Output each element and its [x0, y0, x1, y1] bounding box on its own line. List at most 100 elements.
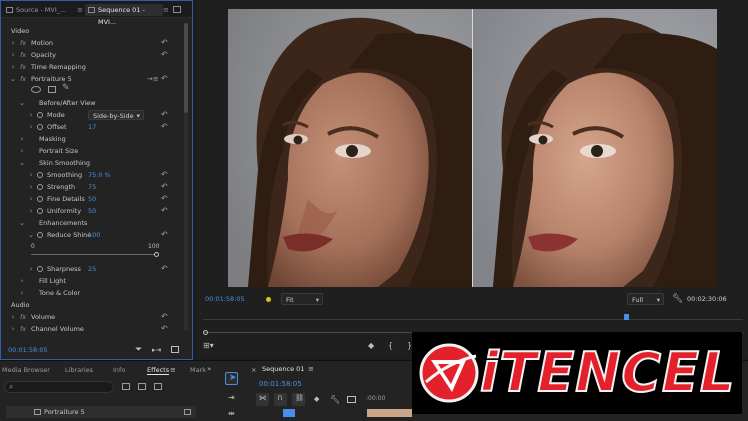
- group-portrait-size[interactable]: › Portrait Size: [1, 145, 181, 157]
- add-marker-icon[interactable]: ◆: [314, 395, 319, 403]
- tab-effects[interactable]: Effects: [147, 366, 170, 375]
- chevron-right-icon[interactable]: ›: [19, 145, 25, 157]
- program-timecode[interactable]: 00:01:58:05: [205, 292, 245, 306]
- reduce-shine-slider[interactable]: [31, 254, 157, 255]
- selection-tool[interactable]: ➤: [225, 372, 238, 385]
- reset-icon[interactable]: ↶: [161, 311, 170, 323]
- effect-time-remapping[interactable]: › fx Time Remapping: [1, 61, 181, 73]
- chevron-right-icon[interactable]: ›: [10, 61, 16, 73]
- slider-handle[interactable]: [154, 252, 159, 257]
- chevron-down-icon[interactable]: ⌄: [19, 157, 25, 169]
- stopwatch-icon[interactable]: [37, 172, 43, 178]
- 32bit-effects-icon[interactable]: [138, 383, 146, 390]
- insert-icon[interactable]: ⊞▾: [203, 341, 214, 353]
- chevron-right-icon[interactable]: ›: [10, 311, 16, 323]
- fx-icon[interactable]: fx: [20, 73, 26, 85]
- panel-menu-icon[interactable]: ≡: [77, 6, 83, 14]
- chevron-right-icon[interactable]: ›: [19, 133, 25, 145]
- reset-icon[interactable]: ↶: [161, 109, 170, 121]
- reset-icon[interactable]: ↶: [161, 169, 170, 181]
- reset-icon[interactable]: ↶: [161, 49, 170, 61]
- mode-dropdown[interactable]: Side-by-Side: [88, 110, 144, 121]
- fx-icon[interactable]: fx: [20, 49, 26, 61]
- wrench-icon[interactable]: 🔧︎: [672, 294, 683, 304]
- chevron-right-icon[interactable]: ›: [10, 37, 16, 49]
- reset-icon[interactable]: ↶: [161, 73, 170, 85]
- effect-volume[interactable]: › fx Volume ↶: [1, 311, 181, 323]
- chevron-down-icon[interactable]: ⌄: [19, 97, 25, 109]
- ripple-edit-icon[interactable]: ⇹: [228, 409, 235, 418]
- fx-icon[interactable]: fx: [20, 311, 26, 323]
- reset-icon[interactable]: ↶: [161, 205, 170, 217]
- stopwatch-icon[interactable]: [37, 112, 43, 118]
- fx-icon[interactable]: fx: [20, 37, 26, 49]
- timeline-clip[interactable]: [367, 409, 412, 417]
- tab-info[interactable]: Info: [113, 366, 125, 374]
- ec-timecode[interactable]: 00:01:58:05: [8, 346, 48, 354]
- tab-source[interactable]: Source - MVI_...: [3, 4, 77, 16]
- linked-selection-toggle[interactable]: ⛓︎: [292, 393, 305, 406]
- ellipse-mask-icon[interactable]: [31, 86, 41, 93]
- rectangle-mask-icon[interactable]: [48, 86, 56, 93]
- stopwatch-icon[interactable]: [37, 196, 43, 202]
- offset-value[interactable]: 17: [88, 121, 96, 133]
- effect-opacity[interactable]: › fx Opacity ↶: [1, 49, 181, 61]
- close-icon[interactable]: ×: [251, 366, 256, 374]
- chevron-down-icon[interactable]: ⌄: [28, 229, 34, 241]
- stopwatch-icon[interactable]: [37, 232, 43, 238]
- resolution-dropdown[interactable]: Full: [627, 293, 664, 306]
- ec-scrollbar[interactable]: [184, 23, 188, 331]
- fine-details-value[interactable]: 50: [88, 193, 96, 205]
- monitor-ruler[interactable]: [203, 314, 743, 324]
- group-enhancements[interactable]: ⌄ Enhancements: [1, 217, 181, 229]
- filter-icon[interactable]: ⏷: [135, 345, 142, 355]
- effect-portraiture[interactable]: ⌄ fx Portraiture 5 →≡ ↶: [1, 73, 181, 85]
- captions-icon[interactable]: [347, 396, 356, 403]
- tab-markers[interactable]: Mark: [190, 366, 206, 374]
- accelerated-effects-icon[interactable]: [122, 383, 130, 390]
- effects-list-item[interactable]: Portraiture 5: [6, 406, 196, 418]
- group-tone-color[interactable]: › Tone & Color: [1, 287, 181, 299]
- chevron-right-icon[interactable]: ›: [19, 287, 25, 299]
- fx-icon[interactable]: fx: [20, 61, 26, 73]
- tab-sequence[interactable]: Sequence 01 - MVI...: [85, 4, 163, 26]
- group-skin-smoothing[interactable]: ⌄ Skin Smoothing: [1, 157, 181, 169]
- effect-motion[interactable]: › fx Motion ↶: [1, 37, 181, 49]
- timeline-track-v1[interactable]: [283, 409, 295, 417]
- group-before-after[interactable]: ⌄ Before/After View: [1, 97, 181, 109]
- reset-icon[interactable]: ↶: [161, 323, 170, 335]
- stopwatch-icon[interactable]: [37, 266, 43, 272]
- sequence-timecode[interactable]: 00:01:58:05: [259, 380, 302, 388]
- mark-in-icon[interactable]: {: [388, 341, 393, 353]
- snap-toggle[interactable]: ∩: [274, 393, 287, 406]
- play-only-audio-icon[interactable]: ▸⇥: [152, 346, 161, 354]
- stopwatch-icon[interactable]: [37, 208, 43, 214]
- chevron-right-icon[interactable]: ›: [28, 181, 34, 193]
- reset-icon[interactable]: ↶: [161, 193, 170, 205]
- reset-icon[interactable]: ↶: [161, 263, 170, 275]
- reduce-shine-value[interactable]: 100: [88, 229, 100, 241]
- chevron-right-icon[interactable]: ›: [28, 169, 34, 181]
- stopwatch-icon[interactable]: [37, 124, 43, 130]
- chevron-right-icon[interactable]: ›: [28, 193, 34, 205]
- nest-toggle[interactable]: ⋈: [256, 393, 269, 406]
- chevron-right-icon[interactable]: ›: [28, 205, 34, 217]
- effects-search-input[interactable]: ⌕: [4, 381, 114, 393]
- chevron-right-icon[interactable]: ›: [28, 109, 34, 121]
- tab-sequence-01[interactable]: Sequence 01: [262, 365, 304, 373]
- playhead[interactable]: [624, 314, 630, 320]
- chevron-right-icon[interactable]: ›: [19, 275, 25, 287]
- scroll-thumb[interactable]: [184, 23, 188, 113]
- reset-icon[interactable]: ↶: [161, 37, 170, 49]
- group-fill-light[interactable]: › Fill Light: [1, 275, 181, 287]
- chevron-down-icon[interactable]: ⌄: [10, 73, 16, 85]
- chevron-right-icon[interactable]: ›: [28, 263, 34, 275]
- chevron-right-icon[interactable]: ›: [10, 323, 16, 335]
- settings-wrench-icon[interactable]: 🔧︎: [330, 395, 340, 404]
- panel-menu-icon[interactable]: ≡: [170, 366, 176, 374]
- panel-toggle-icon[interactable]: [173, 6, 181, 13]
- uniformity-value[interactable]: 50: [88, 205, 96, 217]
- tab-libraries[interactable]: Libraries: [65, 366, 93, 374]
- strength-value[interactable]: 75: [88, 181, 96, 193]
- chevron-down-icon[interactable]: ⌄: [19, 217, 25, 229]
